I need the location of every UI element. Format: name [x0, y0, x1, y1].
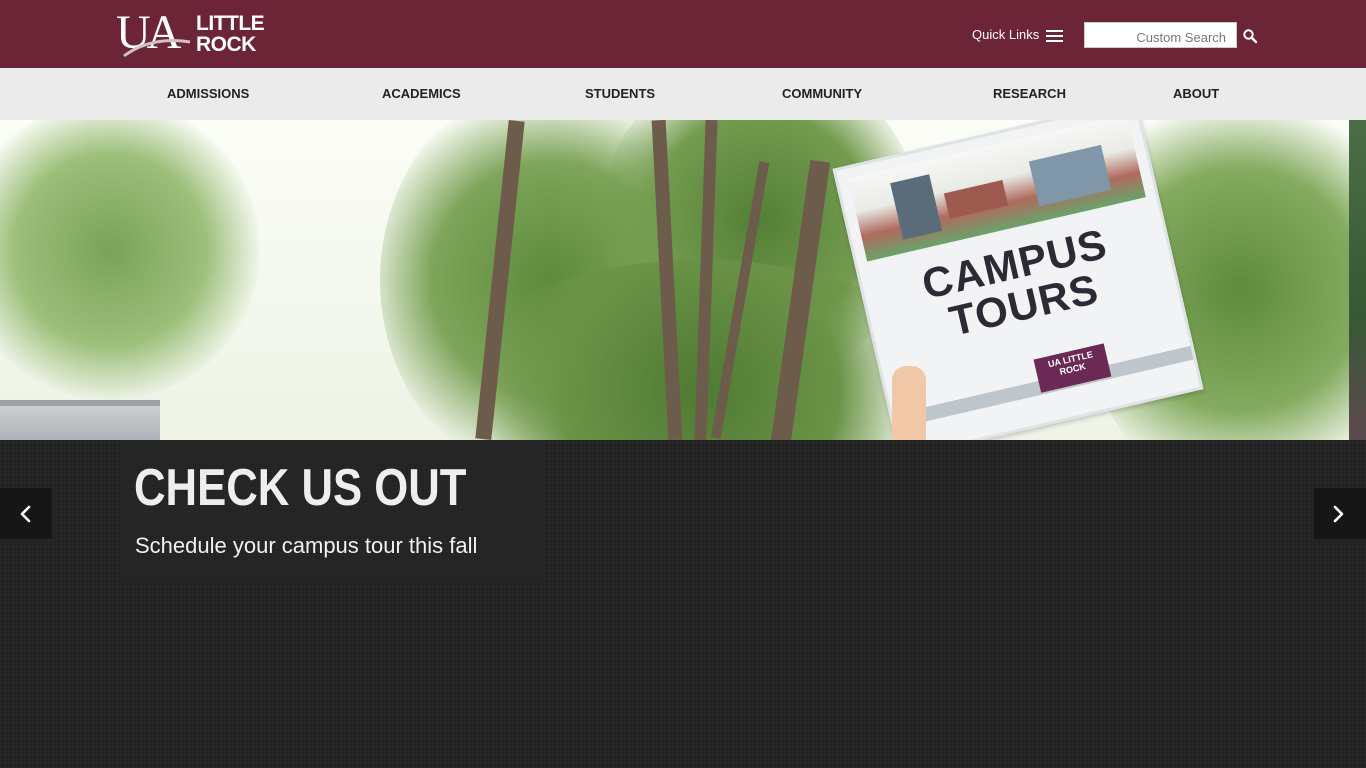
nav-item-academics[interactable]: ACADEMICS — [382, 86, 461, 102]
slide-subtext[interactable]: Schedule your campus tour this fall — [135, 532, 477, 560]
hamburger-icon — [1046, 29, 1064, 42]
nav-item-students[interactable]: STUDENTS — [585, 86, 655, 102]
slide-heading: CHECK US OUT — [134, 459, 467, 517]
chevron-left-icon — [20, 505, 31, 523]
background-building — [0, 400, 160, 440]
search-input[interactable] — [1084, 22, 1237, 48]
quick-links-button[interactable]: Quick Links — [972, 26, 1064, 44]
nav-item-research[interactable]: RESEARCH — [993, 86, 1066, 102]
logo-line-rock: ROCK — [196, 33, 256, 56]
carousel-prev-button[interactable] — [0, 488, 52, 539]
sign-ua-little-rock-badge: UA LITTLE ROCK — [1033, 343, 1112, 393]
hero-image: CAMPUS TOURS UA LITTLE ROCK — [0, 120, 1366, 440]
nav-item-about[interactable]: ABOUT — [1173, 86, 1219, 102]
nav-item-admissions[interactable]: ADMISSIONS — [167, 86, 249, 102]
ua-little-rock-logo[interactable]: UA LITTLE ROCK — [116, 8, 266, 58]
campus-tours-sign: CAMPUS TOURS UA LITTLE ROCK — [832, 120, 1204, 440]
chevron-right-icon — [1333, 505, 1344, 523]
logo-line-little: LITTLE — [196, 12, 265, 35]
nav-item-community[interactable]: COMMUNITY — [782, 86, 862, 102]
logo-swoosh-icon — [123, 39, 191, 58]
quick-links-label: Quick Links — [972, 27, 1040, 42]
top-header: UA LITTLE ROCK Quick Links — [0, 0, 1366, 68]
main-nav: ADMISSIONS ACADEMICS STUDENTS COMMUNITY … — [0, 68, 1366, 120]
search-icon[interactable] — [1242, 28, 1258, 44]
carousel-next-button[interactable] — [1314, 488, 1366, 539]
hand-holding-sign — [892, 366, 926, 440]
